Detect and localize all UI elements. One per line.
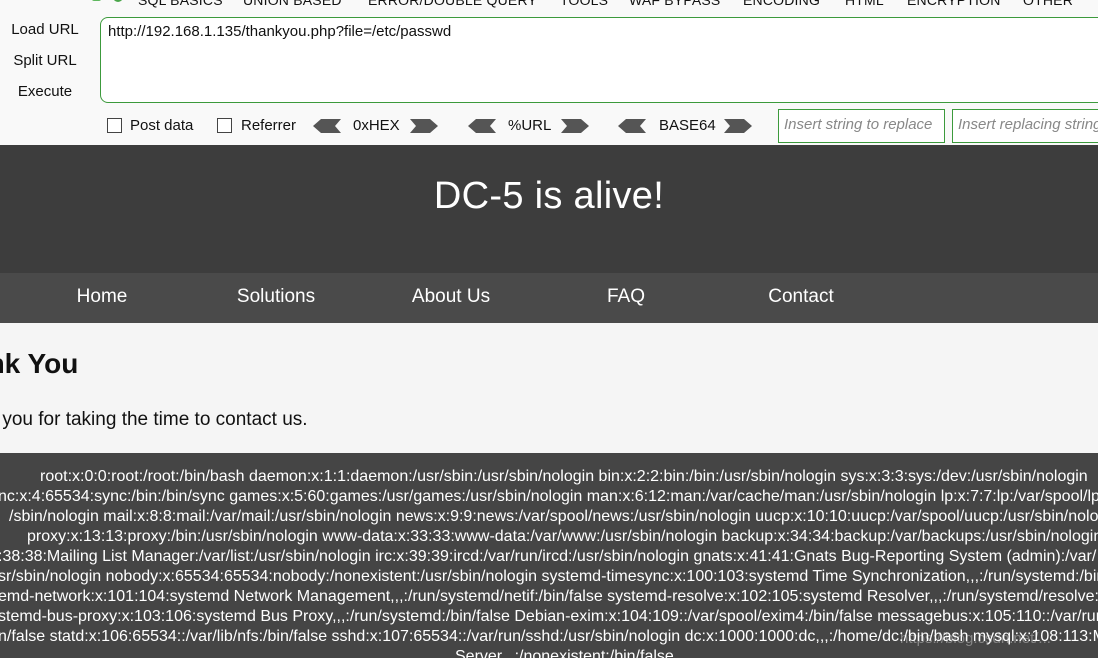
site-nav: Home Solutions About Us FAQ Contact bbox=[0, 273, 1098, 323]
url-label: %URL bbox=[508, 117, 552, 134]
nav-solutions[interactable]: Solutions bbox=[237, 286, 315, 308]
passwd-line: :38:38:Mailing List Manager:/var/list:/u… bbox=[0, 548, 1097, 565]
base64-label: BASE64 bbox=[659, 117, 716, 134]
base64-decode-arrow-icon[interactable] bbox=[618, 119, 646, 133]
passwd-output: root:x:0:0:root:/root:/bin/bash daemon:x… bbox=[0, 453, 1098, 658]
menu-union-based[interactable]: UNION BASED bbox=[243, 0, 347, 8]
passwd-line: emd-network:x:101:104:systemd Network Ma… bbox=[0, 588, 1098, 605]
passwd-line: /sbin/nologin mail:x:8:8:mail:/var/mail:… bbox=[9, 508, 1098, 525]
nav-contact[interactable]: Contact bbox=[768, 286, 833, 308]
passwd-line: Server,,,:/nonexistent:/bin/false bbox=[455, 648, 674, 658]
menu-html[interactable]: HTML bbox=[845, 0, 890, 8]
menu-error-double-query[interactable]: ERROR/DOUBLE QUERY bbox=[368, 0, 543, 8]
green-square-icon[interactable] bbox=[92, 0, 101, 1]
url-decode-arrow-icon[interactable] bbox=[468, 119, 496, 133]
menu-encoding[interactable]: ENCODING bbox=[743, 0, 826, 8]
referrer-label: Referrer bbox=[241, 117, 297, 134]
dropdown-arrow-icon[interactable]: ▾ bbox=[70, 0, 75, 3]
content-area: ank You nk you for taking the time to co… bbox=[0, 323, 1098, 453]
nav-home[interactable]: Home bbox=[77, 286, 128, 308]
hex-decode-arrow-icon[interactable] bbox=[313, 119, 341, 133]
load-url-button[interactable]: Load URL bbox=[0, 21, 90, 38]
thank-you-message: nk you for taking the time to contact us… bbox=[0, 409, 308, 430]
nav-faq[interactable]: FAQ bbox=[607, 286, 645, 308]
passwd-line: root:x:0:0:root:/root:/bin/bash daemon:x… bbox=[40, 468, 1088, 485]
execute-button[interactable]: Execute bbox=[0, 83, 90, 100]
watermark: https://blog.csdn.net/... bbox=[900, 630, 1051, 647]
replace-string-input[interactable]: Insert string to replace bbox=[778, 109, 945, 143]
replacing-string-input[interactable]: Insert replacing string bbox=[952, 109, 1098, 143]
menu-tools[interactable]: TOOLS bbox=[560, 0, 614, 8]
url-textarea[interactable]: http://192.168.1.135/thankyou.php?file=/… bbox=[100, 17, 1098, 103]
hex-encode-arrow-icon[interactable] bbox=[410, 119, 438, 133]
passwd-line: stemd-bus-proxy:x:103:106:systemd Bus Pr… bbox=[0, 608, 1098, 625]
url-encode-arrow-icon[interactable] bbox=[561, 119, 589, 133]
menu-encryption[interactable]: ENCRYPTION bbox=[907, 0, 1006, 8]
hackbar-toolbar: ▾ SQL BASICS UNION BASED ERROR/DOUBLE QU… bbox=[0, 0, 1098, 145]
menu-waf-bypass[interactable]: WAF BYPASS bbox=[629, 0, 726, 8]
site-header: DC-5 is alive! bbox=[0, 145, 1098, 273]
menu-other[interactable]: OTHER bbox=[1023, 0, 1079, 8]
passwd-line: proxy:x:13:13:proxy:/bin:/usr/sbin/nolog… bbox=[27, 528, 1098, 545]
site-title: DC-5 is alive! bbox=[433, 175, 665, 217]
split-url-button[interactable]: Split URL bbox=[0, 52, 90, 69]
referrer-checkbox[interactable] bbox=[217, 118, 232, 133]
passwd-line: nc:x:4:65534:sync:/bin:/bin/sync games:x… bbox=[0, 488, 1098, 505]
green-bug-icon[interactable] bbox=[113, 0, 123, 2]
thank-you-heading: ank You bbox=[0, 348, 79, 379]
menu-sql-basics[interactable]: SQL BASICS bbox=[138, 0, 228, 8]
post-data-checkbox[interactable] bbox=[107, 118, 122, 133]
post-data-label: Post data bbox=[130, 117, 194, 134]
hex-label: 0xHEX bbox=[353, 117, 400, 134]
base64-encode-arrow-icon[interactable] bbox=[724, 119, 752, 133]
passwd-line: sr/sbin/nologin nobody:x:65534:65534:nob… bbox=[0, 568, 1098, 585]
nav-about-us[interactable]: About Us bbox=[412, 286, 490, 308]
